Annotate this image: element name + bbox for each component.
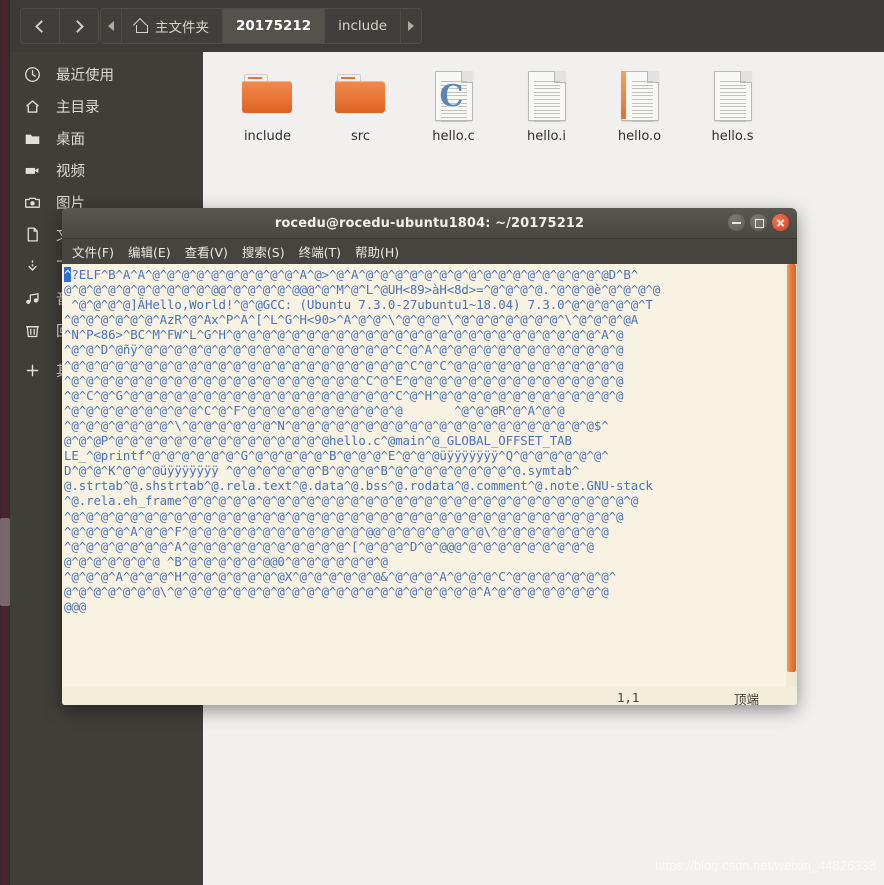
breadcrumb-label: 主文件夹 [155,20,209,36]
watermark: https://blog.csdn.net/weixin_44826338 [654,858,876,873]
terminal-line: ^@^@^@^@^@^@^@^A^@^@^@^@^@^@^@^@^@^@^@^[… [64,538,594,554]
terminal-line: ^@^@^@^@]ÄHello,World!^@^@GCC: (Ubuntu 7… [64,297,653,313]
menu-item-help[interactable]: 帮助(H) [355,242,399,261]
window-controls [728,214,789,231]
folder-icon [240,68,296,124]
breadcrumb-scroll-right[interactable] [401,9,422,43]
breadcrumb-item-home[interactable]: 主文件夹 [122,9,223,43]
document-file-icon [705,68,761,124]
breadcrumb-label: 20175212 [236,18,312,34]
sidebar-item-desktop[interactable]: 桌面 [10,122,203,154]
scroll-location: 顶端 [734,692,760,705]
sidebar-item-label: 主目录 [56,99,100,116]
terminal-line: LE_^@printf^@^@^@^@^@^@^G^@^@^@^@^@^B^@^… [64,448,609,464]
menu-item-search[interactable]: 搜索(S) [242,242,285,261]
document-icon [22,224,42,244]
trash-icon [22,320,42,340]
close-button[interactable] [772,214,789,231]
terminal-output[interactable]: ^?ELF^B^A^A^@^@^@^@^@^@^@^@^@^@^A^@>^@^A… [62,264,797,705]
sidebar-item-label: 最近使用 [56,67,114,84]
file-item-hello-c[interactable]: C hello.c [407,62,500,144]
home-icon [22,96,42,116]
file-name: hello.c [432,129,475,144]
terminal-line: @.strtab^@.shstrtab^@.rela.text^@.data^@… [64,478,653,494]
clock-icon [22,64,42,84]
navigation-buttons [20,8,99,44]
terminal-line: ^@^@^@^@^@^@^@^@^@^@^@^@^@^@^@^@^@^@^@^@… [64,357,624,373]
camera-icon [22,192,42,212]
file-item-include[interactable]: include [221,62,314,144]
file-name: src [351,129,370,144]
file-name: hello.s [711,129,754,144]
file-name: hello.i [527,129,566,144]
terminal-scrollbar[interactable] [786,264,797,705]
terminal-line: D^@^@^K^@^@^@üÿÿÿÿÿÿÿ ^@^@^@^@^@^@^B^@^@… [64,463,580,479]
vim-cursor: ^ [64,267,72,282]
terminal-line: @^@^@^@^@^@^@ ^B^@^@^@^@^@^@@0^@^@^@^@^@… [64,553,388,569]
terminal-window: rocedu@rocedu-ubuntu1804: ~/20175212 文件(… [62,208,797,705]
object-file-icon [612,68,668,124]
minimize-button[interactable] [728,214,745,231]
file-item-hello-i[interactable]: hello.i [500,62,593,144]
breadcrumb-scroll-left[interactable] [101,9,122,43]
sidebar-item-recent[interactable]: 最近使用 [10,58,203,90]
breadcrumb-item-20175212[interactable]: 20175212 [223,9,326,43]
breadcrumb: 主文件夹 20175212 include [100,8,423,44]
sidebar-item-videos[interactable]: 视频 [10,154,203,186]
file-item-hello-s[interactable]: hello.s [686,62,779,144]
menu-item-terminal[interactable]: 终端(T) [299,242,341,261]
terminal-line: ^@.rela.eh_frame^@^@^@^@^@^@^@^@^@^@^@^@… [64,493,639,509]
menu-item-edit[interactable]: 编辑(E) [128,242,171,261]
terminal-line: ^?ELF^B^A^A^@^@^@^@^@^@^@^@^@^@^A^@>^@^A… [64,267,639,282]
maximize-button[interactable] [750,214,767,231]
back-button[interactable] [21,9,59,43]
menu-item-file[interactable]: 文件(F) [72,242,114,261]
file-grid: include src C hello.c hello.i hello.o he… [203,52,884,144]
terminal-line: @@@ [64,599,87,615]
terminal-line: ^@^@^@^@^@^@^@^@^@^C^@^F^@^@^@^@^@^@^@^@… [64,402,565,418]
c-source-file-icon: C [426,68,482,124]
terminal-line: ^@^@^@^@^@^@^AzR^@^Ax^P^A^[^L^G^H<90>^A^… [64,312,639,328]
menu-item-view[interactable]: 查看(V) [185,242,228,261]
file-item-src[interactable]: src [314,62,407,144]
terminal-line: ^@^@^@^A^@^@^@^H^@^@^@^@^@^@^@X^@^@^@^@^… [64,568,616,584]
terminal-line: @^@^@^@^@^@^@^@^@^@^@@^@^@^@^@^@@@^@^M^@… [64,282,661,298]
sidebar-item-label: 桌面 [56,131,85,148]
terminal-title: rocedu@rocedu-ubuntu1804: ~/20175212 [274,215,585,231]
unity-launcher-strip [0,0,10,885]
terminal-line: @^@^@^@^@^@^@\^@^@^@^@^@^@^@^@^@^@^@^@^@… [64,583,609,599]
terminal-line: ^@^@^@^@^@^@^@^@^@^@^@^@^@^@^@^@^@^@^@^@… [64,372,624,388]
terminal-text-lines: ^?ELF^B^A^A^@^@^@^@^@^@^@^@^@^@^A^@>^@^A… [64,267,797,614]
vim-status-line: 1,1 顶端 [62,687,797,705]
breadcrumb-label: include [338,18,388,34]
sidebar-item-home[interactable]: 主目录 [10,90,203,122]
forward-button[interactable] [59,9,98,43]
terminal-menubar: 文件(F) 编辑(E) 查看(V) 搜索(S) 终端(T) 帮助(H) [62,239,797,264]
download-icon [22,256,42,276]
launcher-scroll-handle[interactable] [0,518,10,606]
terminal-line: ^@^@^D^@ñÿ^@^@^@^@^@^@^@^@^@^@^@^@^@^@^@… [64,342,624,358]
screen-root: 主文件夹 20175212 include 最近使用 主目录 桌面 视频 图片 … [0,0,884,885]
file-name: hello.o [617,129,662,144]
file-name: include [243,129,292,144]
terminal-line: ^N^P<86>^BC^M^FW^L^G^H^@^@^@^@^@^@^@^@^@… [64,327,624,343]
cursor-position: 1,1 [617,690,640,705]
terminal-line: ^@^@^@^@^@^@^@^\^@^@^@^@^@^@^N^@^@^@^@^@… [64,417,609,433]
home-icon [135,20,149,33]
video-icon [22,160,42,180]
terminal-line: @^@^@P^@^@^@^@^@^@^@^@^@^@^@^@^@^@^@hell… [64,433,572,449]
terminal-line: ^@^@^@^@^@^@^@^@^@^@^@^@^@^@^@^@^@^@^@^@… [64,508,624,524]
file-item-hello-o[interactable]: hello.o [593,62,686,144]
plus-icon [22,360,42,380]
folder-icon [333,68,389,124]
file-manager-header: 主文件夹 20175212 include [10,0,884,53]
terminal-line: ^@^@^@^@^A^@^@^F^@^@^@^@^@^@^@^@^@^@^@^@… [64,523,609,539]
terminal-titlebar[interactable]: rocedu@rocedu-ubuntu1804: ~/20175212 [62,208,797,239]
breadcrumb-item-include[interactable]: include [325,9,402,43]
music-icon [22,288,42,308]
sidebar-item-label: 视频 [56,163,85,180]
document-file-icon [519,68,575,124]
folder-icon [22,128,42,148]
terminal-line: ^@^C^@^G^@^@^@^@^@^@^@^@^@^@^@^@^@^@^@^@… [64,387,624,403]
